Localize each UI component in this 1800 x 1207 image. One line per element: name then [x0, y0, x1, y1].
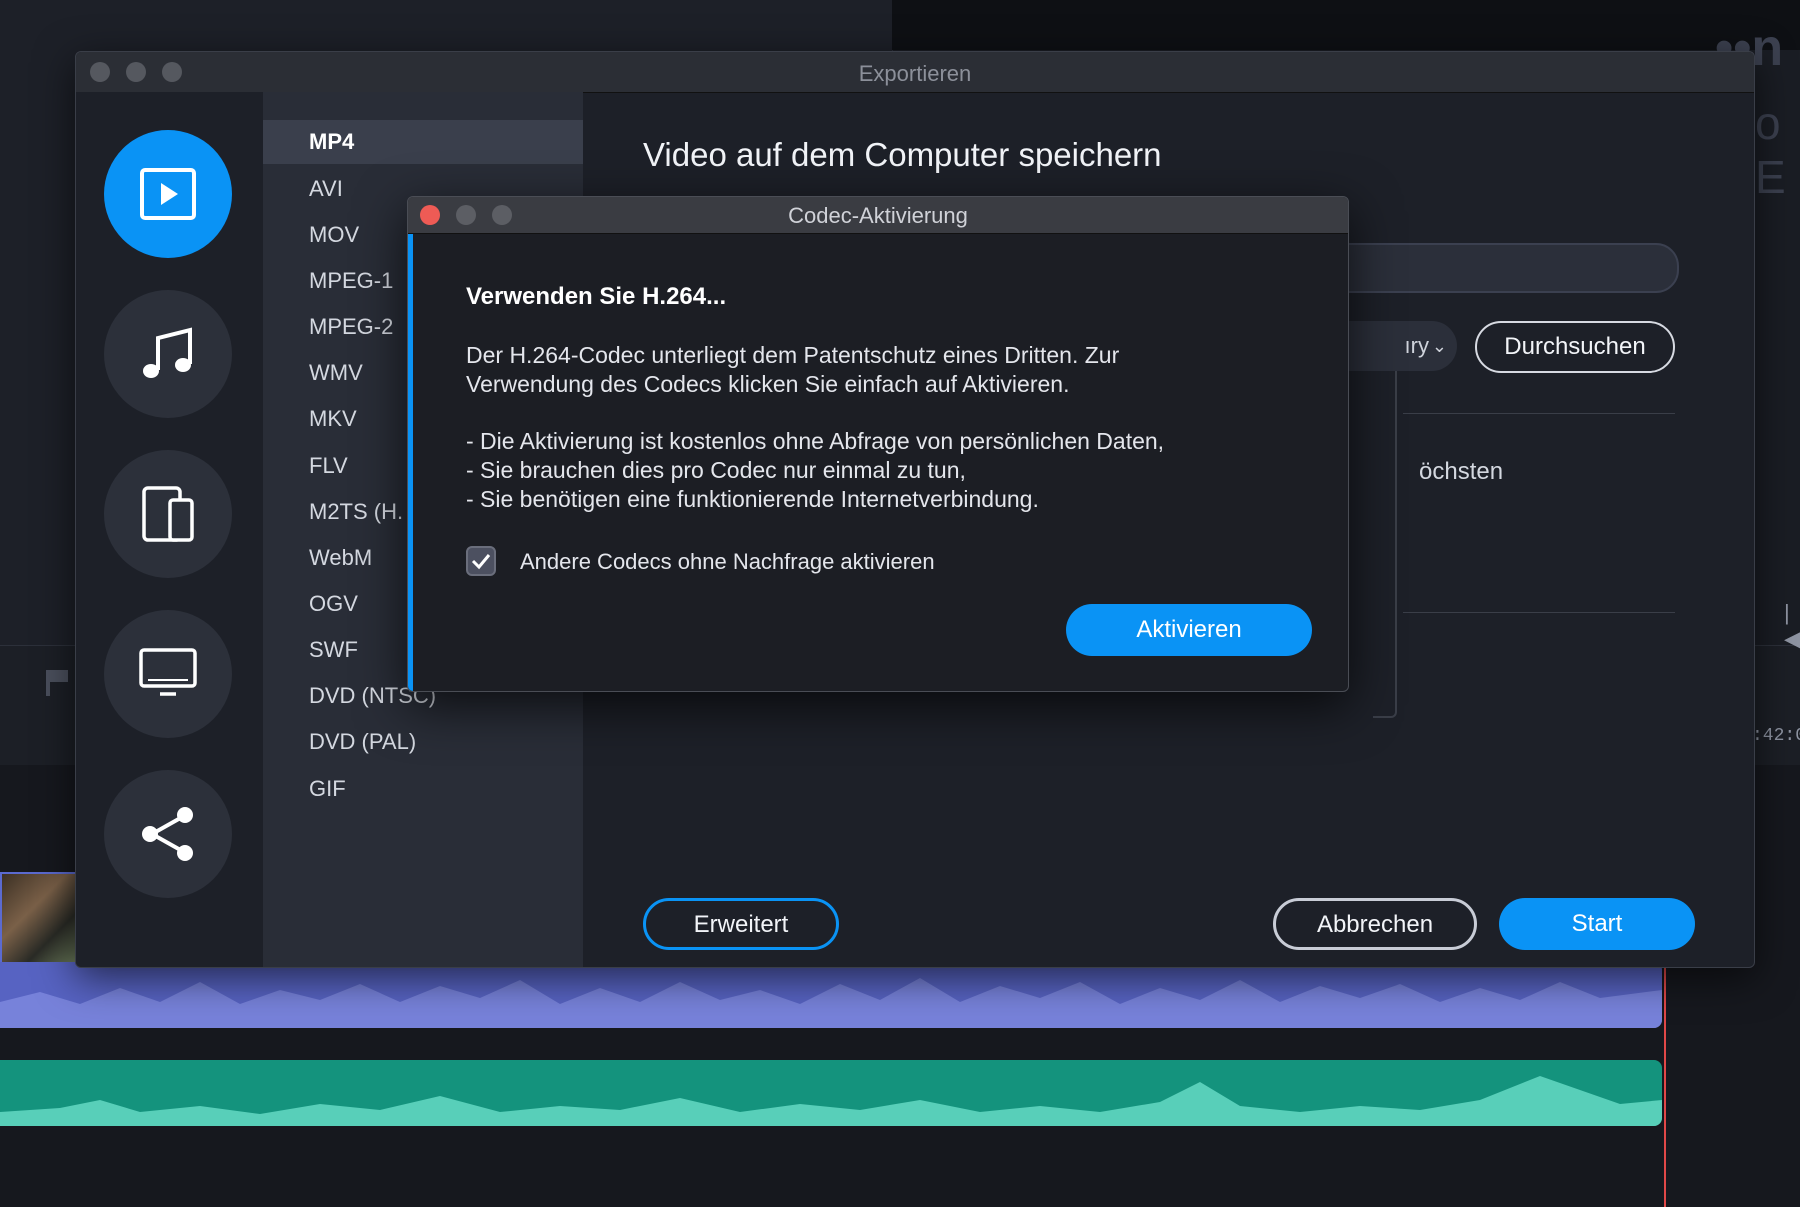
devices-icon [142, 486, 194, 542]
export-titlebar: Exportieren [76, 52, 1754, 93]
editor-preview-area [892, 0, 1800, 50]
nav-tv-button[interactable] [104, 610, 232, 738]
activate-button[interactable]: Aktivieren [1066, 604, 1312, 656]
folder-dropdown-value: ıry [1404, 333, 1429, 358]
share-icon [142, 807, 193, 861]
skip-back-icon[interactable]: |◀ [1784, 600, 1800, 652]
checkmark-icon [471, 554, 491, 570]
format-item-mp4[interactable]: MP4 [263, 120, 583, 164]
timeline-timecode: :42:0 [1752, 726, 1800, 746]
start-button[interactable]: Start [1499, 898, 1695, 950]
audio-track-1[interactable] [0, 962, 1662, 1028]
codec-activation-dialog: Codec-Aktivierung Verwenden Sie H.264...… [407, 196, 1349, 692]
dialog-bullet: - Die Aktivierung ist kostenlos ohne Abf… [466, 428, 1165, 454]
timeline-playhead[interactable] [1664, 935, 1666, 1207]
monitor-icon [139, 648, 197, 696]
video-clip-thumbnail[interactable] [0, 872, 78, 964]
video-play-icon [140, 168, 196, 220]
audio-track-1-waveform [0, 978, 1662, 1028]
dropdown-edge [1373, 354, 1397, 718]
dialog-title: Codec-Aktivierung [788, 203, 968, 228]
quality-label: öchsten [1419, 458, 1504, 485]
audio-track-2-waveform [0, 1076, 1662, 1126]
checkbox-label[interactable]: Andere Codecs ohne Nachfrage aktivieren [520, 549, 935, 575]
marker-flag-icon[interactable] [46, 670, 68, 696]
dialog-bullet: - Sie brauchen dies pro Codec nur einmal… [466, 457, 966, 483]
app-logo-text: o E [1755, 97, 1786, 203]
music-note-icon [143, 327, 192, 378]
divider [1403, 612, 1675, 613]
dialog-paragraph-line: Der H.264-Codec unterliegt dem Patentsch… [466, 342, 1120, 368]
chevron-down-icon: ⌄ [1431, 336, 1447, 356]
dialog-heading: Verwenden Sie H.264... [466, 283, 727, 310]
advanced-button[interactable]: Erweitert [643, 898, 839, 950]
dialog-titlebar: Codec-Aktivierung [408, 197, 1348, 234]
nav-devices-button[interactable] [104, 450, 232, 578]
dialog-accent-edge [408, 234, 413, 691]
format-item-gif[interactable]: GIF [263, 767, 583, 811]
format-item-dvd-pal[interactable]: DVD (PAL) [263, 720, 583, 764]
nav-audio-button[interactable] [104, 290, 232, 418]
audio-track-2[interactable] [0, 1060, 1662, 1126]
cancel-button[interactable]: Abbrechen [1273, 898, 1477, 950]
export-category-nav [76, 92, 263, 967]
export-window-title: Exportieren [858, 61, 972, 86]
page-title: Video auf dem Computer speichern [643, 136, 1162, 173]
browse-button[interactable]: Durchsuchen [1475, 321, 1675, 373]
nav-share-button[interactable] [104, 770, 232, 898]
divider [1403, 413, 1675, 414]
dialog-paragraph-line: Verwendung des Codecs klicken Sie einfac… [466, 371, 1070, 397]
activate-others-checkbox[interactable] [466, 546, 496, 576]
nav-video-button[interactable] [104, 130, 232, 258]
dialog-bullet: - Sie benötigen eine funktionierende Int… [466, 486, 1039, 512]
